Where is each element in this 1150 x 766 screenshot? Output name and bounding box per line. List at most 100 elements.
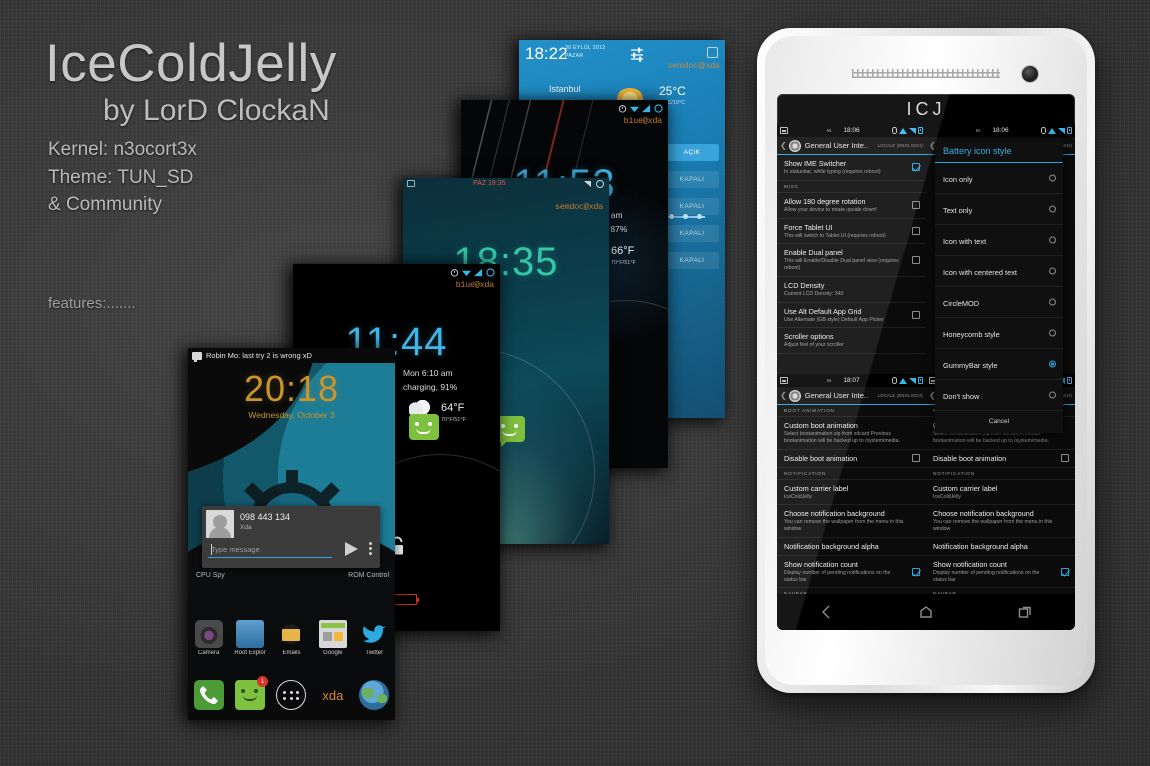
radio-button[interactable]: [1049, 267, 1056, 275]
back-chevron-icon[interactable]: ❮: [780, 141, 787, 150]
browser-icon[interactable]: [359, 680, 390, 710]
radio-button[interactable]: [1049, 236, 1056, 244]
actionbar: ❮ General User Inte.. LOCALE (ENGLISCH): [777, 137, 926, 155]
checkbox[interactable]: [912, 310, 920, 319]
checkbox[interactable]: [912, 256, 920, 264]
preference-item[interactable]: Allow 180 degree rotation Allow your dev…: [777, 193, 926, 219]
pref-title: Force Tablet UI: [784, 222, 833, 232]
preference-item[interactable]: Custom carrier label IceColdJelly: [926, 480, 1075, 506]
preference-item[interactable]: Disable boot animation: [777, 450, 926, 468]
dialog-option[interactable]: GummyBar style: [935, 349, 1063, 380]
message-icon: [192, 351, 202, 362]
notification-banner[interactable]: Robin Mo: last try 2 is wrong xD: [188, 348, 395, 363]
preference-item[interactable]: Choose notification background You can r…: [926, 505, 1075, 538]
notif-user-label: semdoc@xda: [667, 61, 720, 70]
radio-button[interactable]: [1049, 174, 1056, 182]
app-logo-icon: [788, 139, 801, 152]
settings-sliders-icon[interactable]: [629, 46, 645, 62]
pref-subtitle: Select bootanimation zip from sdcard Pre…: [933, 431, 1049, 444]
phone-icon[interactable]: [193, 680, 224, 710]
badge-count: 1: [257, 676, 269, 687]
pref-subtitle: Display number of pending notifications …: [933, 569, 1040, 583]
lockscreen-temp-1153: 66°F: [611, 245, 635, 257]
statusbar-icons: [450, 268, 495, 277]
low-battery-icon: [393, 594, 419, 605]
messaging-shortcut-icon[interactable]: [409, 414, 439, 440]
clear-notifications-icon[interactable]: [707, 47, 718, 58]
pref-title: Enable Dual panel: [784, 248, 843, 258]
dialog-option[interactable]: Don't show: [935, 380, 1063, 411]
cancel-button[interactable]: Cancel: [935, 411, 1063, 433]
dialog-option[interactable]: Icon with text: [935, 225, 1063, 256]
dialog-option[interactable]: CircleMOD: [935, 287, 1063, 318]
statusbar-icons: [618, 104, 663, 113]
checkbox[interactable]: [912, 226, 920, 235]
preference-item[interactable]: LCD Density Current LCD Density: 340: [777, 277, 926, 303]
widget-label-rom-control[interactable]: ROM Control: [348, 572, 389, 579]
preference-item[interactable]: Custom boot animation Select bootanimati…: [777, 417, 926, 450]
home-icon[interactable]: [918, 604, 934, 620]
send-icon[interactable]: [345, 542, 358, 556]
recents-icon[interactable]: [1017, 604, 1033, 620]
radio-button[interactable]: [1049, 391, 1056, 399]
checkbox[interactable]: [912, 163, 920, 172]
app-logo-icon: [788, 389, 801, 402]
checkbox[interactable]: [912, 454, 920, 462]
checkbox[interactable]: [1061, 454, 1069, 462]
preference-item[interactable]: Use Alt Default App Grid Use Alternate (…: [777, 303, 926, 329]
app-item[interactable]: Emails: [274, 620, 308, 656]
preference-item[interactable]: Show IME Switcher In statusbar, while ty…: [777, 155, 926, 181]
overflow-menu-icon[interactable]: [369, 542, 372, 557]
pref-title: Custom carrier label: [933, 483, 998, 493]
notif-date: 30 EYLÜL 2012 PAZAR: [565, 45, 606, 59]
preference-item[interactable]: Choose notification background You can r…: [777, 505, 926, 538]
preference-item[interactable]: Notification background alpha: [777, 538, 926, 556]
checkbox[interactable]: [912, 567, 920, 576]
app-drawer-icon[interactable]: [276, 680, 307, 710]
quick-reply-popup[interactable]: 098 443 134 Xda Type message: [202, 506, 380, 568]
toggle-button[interactable]: AÇIK: [665, 144, 719, 161]
pref-subtitle: IceColdJelly: [933, 493, 961, 500]
message-placeholder: Type message: [211, 545, 260, 554]
xda-icon[interactable]: xda: [318, 680, 348, 710]
preference-item[interactable]: Enable Dual panel This will Enable/Disab…: [777, 244, 926, 277]
radio-button[interactable]: [1049, 298, 1056, 306]
app-grid-row: Camera Root Explor Emails Google Twitter: [188, 620, 395, 656]
dialog-option[interactable]: Text only: [935, 194, 1063, 225]
back-chevron-icon[interactable]: ❮: [780, 391, 787, 400]
widget-label-cpu-spy[interactable]: CPU Spy: [196, 572, 225, 579]
radio-button[interactable]: [1049, 360, 1056, 368]
back-icon[interactable]: [819, 604, 835, 620]
dialog-option[interactable]: Honeycomb style: [935, 318, 1063, 349]
preference-item[interactable]: Notification background alpha: [926, 538, 1075, 556]
signal-icon: [642, 104, 651, 113]
toggle-button[interactable]: KAPALI: [665, 171, 719, 188]
toggle-button[interactable]: KAPALI: [665, 225, 719, 242]
preference-item[interactable]: Disable boot animation: [926, 450, 1075, 468]
toggle-button[interactable]: KAPALI: [665, 198, 719, 215]
app-item[interactable]: Camera: [192, 620, 226, 656]
notification-text: Robin Mo: last try 2 is wrong xD: [206, 351, 312, 360]
dialog-option[interactable]: Icon only: [935, 163, 1063, 194]
messaging-icon[interactable]: 1: [235, 676, 269, 710]
app-item[interactable]: Google: [316, 620, 350, 656]
notification-panel-header: 18:22 30 EYLÜL 2012 PAZAR semdoc@xda: [519, 40, 725, 78]
toggle-button[interactable]: KAPALI: [665, 252, 719, 269]
checkbox[interactable]: [1061, 567, 1069, 576]
checkbox[interactable]: [912, 201, 920, 210]
preference-item[interactable]: Show notification count Display number o…: [777, 556, 926, 589]
radio-button[interactable]: [1049, 329, 1056, 337]
preference-item[interactable]: Scroller options Adjust feel of your scr…: [777, 328, 926, 354]
dock: 1 xda: [188, 676, 395, 710]
home-clock-widget[interactable]: 20:18: [188, 368, 395, 410]
preference-item[interactable]: Show notification count Display number o…: [926, 556, 1075, 589]
app-item[interactable]: Twitter: [357, 620, 391, 656]
message-input[interactable]: Type message: [208, 542, 332, 558]
preference-item[interactable]: Custom carrier label IceColdJelly: [777, 480, 926, 506]
preference-item[interactable]: Force Tablet UI This will switch to Tabl…: [777, 219, 926, 245]
lockscreen-temp-range-1144: 70°F/51°F: [441, 417, 466, 423]
option-label: GummyBar style: [943, 361, 998, 370]
radio-button[interactable]: [1049, 205, 1056, 213]
dialog-option[interactable]: Icon with centered text: [935, 256, 1063, 287]
app-item[interactable]: Root Explor: [233, 620, 267, 656]
